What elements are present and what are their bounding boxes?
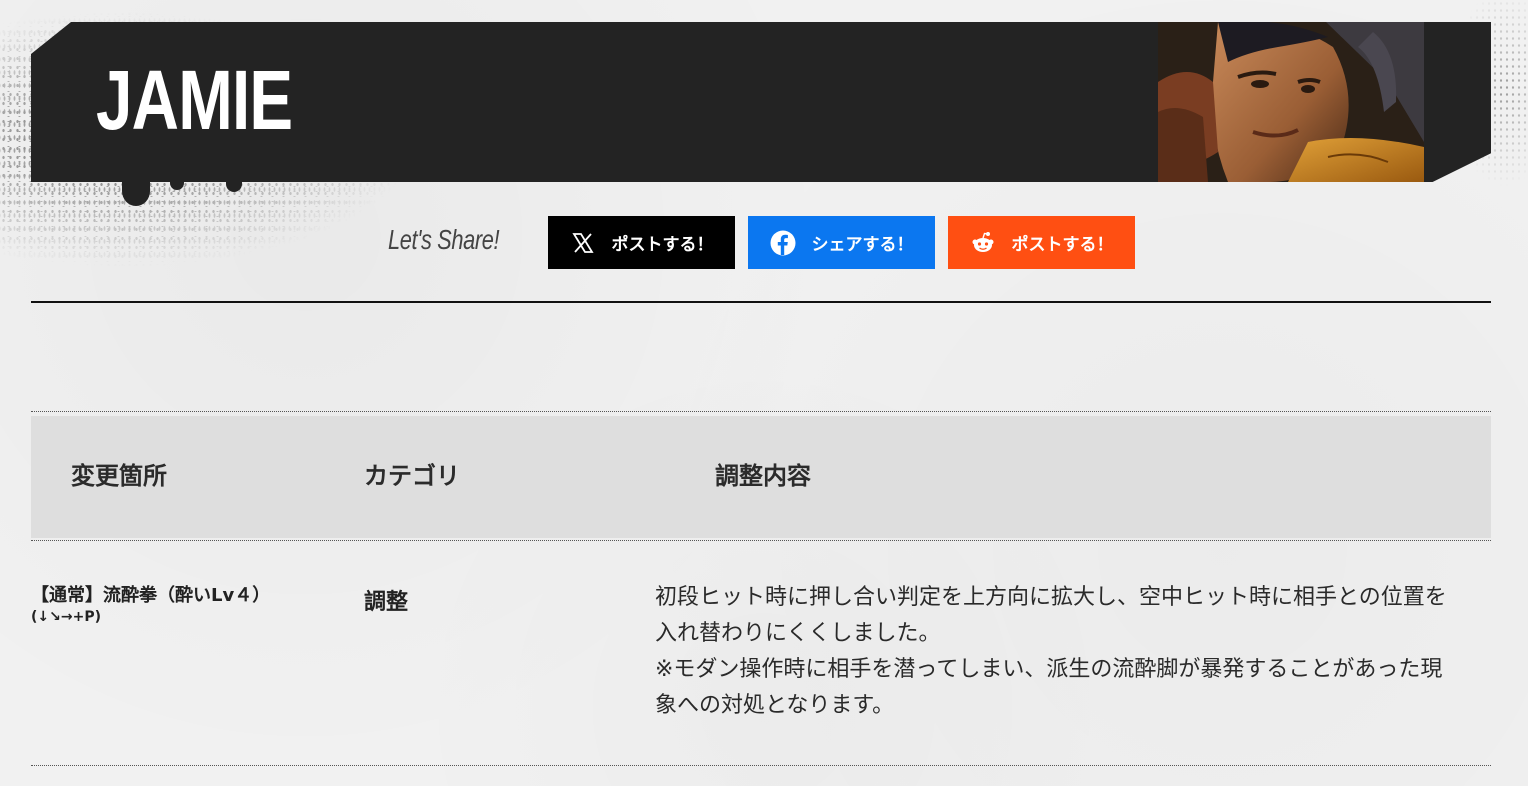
table-top-border <box>31 411 1491 412</box>
header-category: カテゴリ <box>364 462 460 490</box>
x-logo-icon <box>570 230 596 256</box>
share-facebook-button[interactable]: シェアする！ <box>748 216 935 269</box>
share-x-button[interactable]: ポストする！ <box>548 216 735 269</box>
share-label: Let's Share! <box>388 224 500 255</box>
adjustment-note: ※モダン操作時に相手を潜ってしまい、派生の流酔脚が暴発することがあった現象への対… <box>655 657 1443 718</box>
table-bottom-border <box>31 765 1491 766</box>
jamie-portrait-image <box>1158 22 1424 182</box>
table-header-border <box>31 540 1491 541</box>
move-name: 【通常】流酔拳（酔いLv４） <box>31 585 271 606</box>
share-facebook-label: シェアする！ <box>811 235 914 255</box>
share-x-label: ポストする！ <box>611 235 714 255</box>
header-change-location: 変更箇所 <box>71 462 167 490</box>
facebook-icon <box>770 230 796 256</box>
move-category: 調整 <box>364 590 409 615</box>
paint-drips <box>100 176 280 212</box>
share-reddit-label: ポストする！ <box>1011 235 1114 255</box>
table-row: 【通常】流酔拳（酔いLv４） (↓↘→+P) <box>31 584 331 627</box>
adjustment-description: 初段ヒット時に押し合い判定を上方向に拡大し、空中ヒット時に相手との位置を入れ替わ… <box>655 580 1455 724</box>
move-command: (↓↘→+P) <box>31 609 101 626</box>
share-reddit-button[interactable]: ポストする！ <box>948 216 1135 269</box>
section-divider <box>31 301 1491 303</box>
reddit-icon <box>970 230 996 256</box>
header-adjustment: 調整内容 <box>715 462 811 490</box>
adjustment-text: 初段ヒット時に押し合い判定を上方向に拡大し、空中ヒット時に相手との位置を入れ替わ… <box>655 585 1447 646</box>
character-name: JAMIE <box>96 53 293 147</box>
character-portrait <box>1158 22 1424 182</box>
